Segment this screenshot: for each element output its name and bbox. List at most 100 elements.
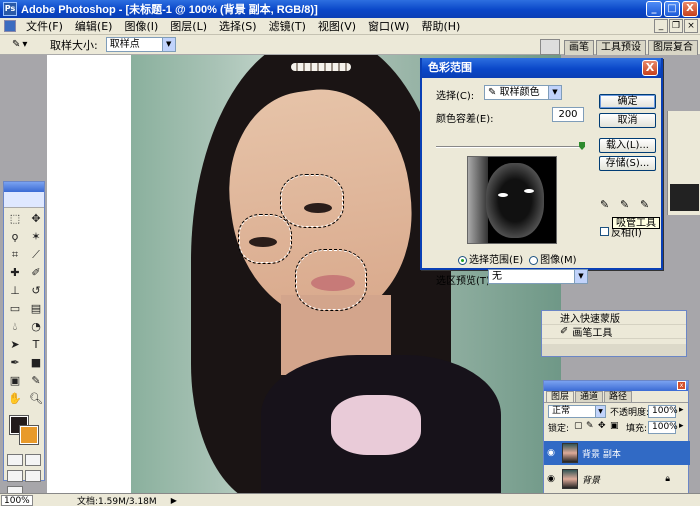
layer-row[interactable]: ◉ 背景 副本 — [544, 441, 690, 465]
tab-tool-presets[interactable]: 工具预设 — [596, 40, 646, 55]
doc-minimize-button[interactable]: _ — [654, 19, 668, 33]
eyedropper-icon: ✎ — [488, 87, 497, 98]
blur-tool-icon[interactable]: 💧︎ — [6, 319, 24, 335]
marquee-tool-icon[interactable]: ⬚ — [6, 211, 24, 227]
close-button[interactable]: X — [682, 1, 698, 17]
history-item[interactable]: ✐ 画笔工具 — [542, 325, 686, 339]
tool-preset-picker[interactable]: ✎ ▾ — [12, 37, 38, 53]
cancel-button[interactable]: 取消 — [599, 113, 656, 128]
load-button[interactable]: 载入(L)... — [599, 138, 656, 153]
move-tool-icon[interactable]: ✥ — [27, 211, 45, 227]
background-color-swatch[interactable] — [19, 425, 39, 445]
eraser-tool-icon[interactable]: ▭ — [6, 301, 24, 317]
shape-tool-icon[interactable]: ■ — [27, 355, 45, 371]
menu-select[interactable]: 选择(S) — [213, 18, 263, 34]
hand-tool-icon[interactable]: ✋ — [6, 391, 24, 407]
photoshop-logo-icon: Ps — [3, 2, 17, 16]
path-selection-tool-icon[interactable]: ➤ — [6, 337, 24, 353]
fuzziness-slider-thumb[interactable] — [579, 142, 585, 150]
opacity-label: 不透明度: — [610, 408, 650, 418]
full-screen-icon[interactable] — [25, 470, 41, 482]
crop-tool-icon[interactable]: ⌗ — [6, 247, 24, 263]
eyedropper-plus-icon[interactable]: ✎ — [620, 198, 632, 212]
dialog-close-button[interactable]: X — [642, 60, 658, 76]
chevron-right-icon[interactable]: ▸ — [679, 421, 684, 431]
doc-close-button[interactable]: × — [684, 19, 698, 33]
selection-preview[interactable] — [467, 156, 557, 244]
blend-mode-select[interactable]: 正常 ▼ — [548, 405, 606, 418]
select-label: 选择(C): — [436, 91, 475, 102]
eye-icon[interactable]: ◉ — [544, 474, 558, 484]
fill-input[interactable]: 100% — [648, 421, 678, 434]
tab-layer-comps[interactable]: 图层复合 — [648, 40, 698, 55]
layer-row[interactable]: ◉ 背景 🔒︎ — [544, 467, 690, 491]
selection-preview-select[interactable]: 无 ▼ — [488, 269, 588, 284]
radio-selection-label: 选择范围(E) — [469, 255, 524, 266]
lock-pixels-icon[interactable]: ✎ — [586, 421, 594, 431]
menu-image[interactable]: 图像(I) — [118, 18, 164, 34]
eyedropper-icon: ✎ — [12, 39, 21, 50]
radio-selection[interactable]: 选择范围(E) — [458, 251, 523, 266]
document-icon[interactable] — [4, 20, 16, 32]
radio-image-label: 图像(M) — [540, 255, 577, 266]
options-bar: ✎ ▾ 取样大小: 取样点 ▼ 画笔 工具预设 图层复合 — [0, 35, 700, 55]
dodge-tool-icon[interactable]: ◔ — [27, 319, 45, 335]
lock-position-icon[interactable]: ✥ — [598, 421, 606, 431]
selection-marquee — [280, 174, 344, 228]
maximize-button[interactable]: □ — [664, 1, 680, 17]
palette-well-icon[interactable] — [540, 39, 560, 55]
pen-tool-icon[interactable]: ✒ — [6, 355, 24, 371]
window-title: Adobe Photoshop - [未标题-1 @ 100% (背景 副本, … — [21, 4, 318, 16]
fuzziness-slider[interactable] — [436, 146, 582, 148]
histogram-graph — [670, 166, 699, 211]
menu-view[interactable]: 视图(V) — [312, 18, 362, 34]
sample-size-select[interactable]: 取样点 ▼ — [105, 37, 176, 52]
lock-transparency-icon[interactable]: ▢ — [574, 421, 583, 431]
tab-paths[interactable]: 路径 — [604, 391, 633, 402]
magic-wand-tool-icon[interactable]: ✶ — [27, 229, 45, 245]
minimize-button[interactable]: _ — [646, 1, 662, 17]
eyedropper-icon[interactable]: ✎ — [600, 198, 612, 212]
tab-channels[interactable]: 通道 — [575, 391, 604, 402]
tab-brushes[interactable]: 画笔 — [564, 40, 594, 55]
notes-tool-icon[interactable]: ▣ — [6, 373, 24, 389]
fuzziness-input[interactable]: 200 — [552, 107, 584, 122]
quick-mask-mode-icon[interactable] — [25, 454, 41, 466]
save-button[interactable]: 存储(S)... — [599, 156, 656, 171]
type-tool-icon[interactable]: T — [27, 337, 45, 353]
zoom-field[interactable]: 100% — [1, 494, 33, 506]
radio-image[interactable]: 图像(M) — [529, 251, 577, 266]
standard-mode-icon[interactable] — [7, 454, 23, 466]
eyedropper-tool-icon[interactable]: ✎ — [27, 373, 45, 389]
ok-button[interactable]: 确定 — [599, 94, 656, 109]
healing-brush-tool-icon[interactable]: ✚ — [6, 265, 24, 281]
menu-help[interactable]: 帮助(H) — [415, 18, 466, 34]
lasso-tool-icon[interactable]: ϙ — [6, 229, 24, 245]
menu-filter[interactable]: 滤镜(T) — [263, 18, 312, 34]
eyedropper-minus-icon[interactable]: ✎ — [640, 198, 652, 212]
history-item[interactable]: 进入快速蒙版 — [542, 311, 686, 325]
slice-tool-icon[interactable]: ⟋ — [27, 247, 45, 263]
close-icon[interactable]: x — [677, 381, 686, 390]
opacity-input[interactable]: 100% — [648, 405, 678, 418]
chevron-right-icon[interactable]: ▸ — [679, 405, 684, 415]
doc-restore-button[interactable]: ❐ — [669, 19, 683, 33]
menu-window[interactable]: 窗口(W) — [362, 18, 415, 34]
zoom-tool-icon[interactable]: 🔍︎ — [27, 391, 45, 407]
sample-size-value: 取样点 — [109, 39, 140, 50]
select-dropdown[interactable]: ✎ 取样颜色 ▼ — [484, 85, 562, 100]
menu-edit[interactable]: 编辑(E) — [69, 18, 119, 34]
standard-screen-icon[interactable] — [7, 470, 23, 482]
brush-tool-icon[interactable]: ✐ — [27, 265, 45, 281]
adobe-online-icon[interactable] — [4, 192, 44, 208]
menu-layer[interactable]: 图层(L) — [164, 18, 213, 34]
menu-file[interactable]: 文件(F) — [20, 18, 69, 34]
history-brush-tool-icon[interactable]: ↺ — [27, 283, 45, 299]
lock-all-icon[interactable]: ▣ — [610, 421, 619, 431]
eye-icon[interactable]: ◉ — [544, 448, 558, 458]
tab-layers[interactable]: 图层 — [546, 391, 575, 402]
gradient-tool-icon[interactable]: ▤ — [27, 301, 45, 317]
status-menu-arrow[interactable]: ▶ — [171, 496, 177, 505]
preview-eye — [498, 193, 508, 197]
clone-stamp-tool-icon[interactable]: ⊥ — [6, 283, 24, 299]
